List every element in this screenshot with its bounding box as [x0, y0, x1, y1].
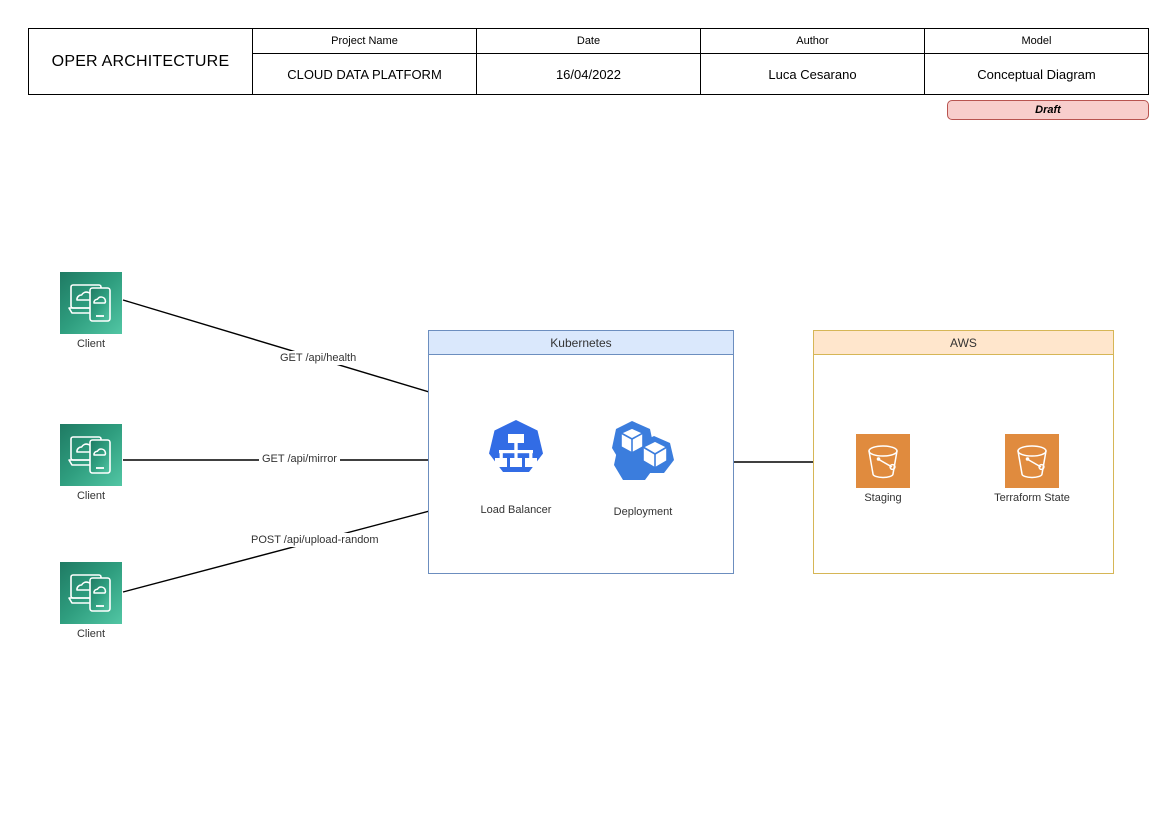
node-staging-label: Staging: [864, 492, 902, 504]
column-header-model: Model: [924, 28, 1149, 54]
document-title: OPER ARCHITECTURE: [28, 28, 253, 95]
group-aws-title: AWS: [814, 331, 1113, 355]
edge-label-post-api-upload-random: POST /api/upload-random: [248, 533, 382, 547]
client-node-3[interactable]: Client: [60, 562, 122, 640]
client-node-2[interactable]: Client: [60, 424, 122, 502]
client-laptop-phone-cloud-icon: [60, 562, 122, 624]
node-staging[interactable]: Staging: [856, 434, 910, 504]
client-node-label: Client: [76, 490, 106, 502]
group-kubernetes[interactable]: Kubernetes: [428, 330, 734, 574]
client-laptop-phone-cloud-icon: [60, 424, 122, 486]
client-laptop-phone-cloud-icon: [60, 272, 122, 334]
column-header-date: Date: [476, 28, 701, 54]
edge-label-get-api-health: GET /api/health: [277, 351, 360, 365]
group-kubernetes-body: [429, 355, 733, 573]
column-header-author: Author: [700, 28, 925, 54]
s3-bucket-icon: [1005, 434, 1059, 488]
column-header-project-name: Project Name: [252, 28, 477, 54]
client-node-1[interactable]: Client: [60, 272, 122, 350]
value-author: Luca Cesarano: [700, 53, 925, 95]
value-project-name: CLOUD DATA PLATFORM: [252, 53, 477, 95]
client-node-label: Client: [76, 628, 106, 640]
node-load-balancer-label: Load Balancer: [480, 504, 552, 516]
value-model: Conceptual Diagram: [924, 53, 1149, 95]
title-block: OPER ARCHITECTURE Project Name Date Auth…: [28, 28, 1149, 95]
kubernetes-service-icon: [489, 420, 543, 472]
status-badge: Draft: [947, 100, 1149, 120]
node-deployment[interactable]: Deployment: [610, 420, 676, 518]
node-load-balancer[interactable]: Load Balancer: [481, 418, 551, 516]
kubernetes-deployment-icon: [612, 421, 674, 480]
node-terraform-state[interactable]: Terraform State: [994, 434, 1070, 504]
node-deployment-label: Deployment: [613, 506, 673, 518]
s3-bucket-icon: [856, 434, 910, 488]
edge-label-get-api-mirror: GET /api/mirror: [259, 452, 340, 466]
group-kubernetes-title: Kubernetes: [429, 331, 733, 355]
client-node-label: Client: [76, 338, 106, 350]
node-terraform-state-label: Terraform State: [994, 492, 1070, 504]
title-block-header-row: OPER ARCHITECTURE Project Name Date Auth…: [28, 28, 1149, 95]
value-date: 16/04/2022: [476, 53, 701, 95]
